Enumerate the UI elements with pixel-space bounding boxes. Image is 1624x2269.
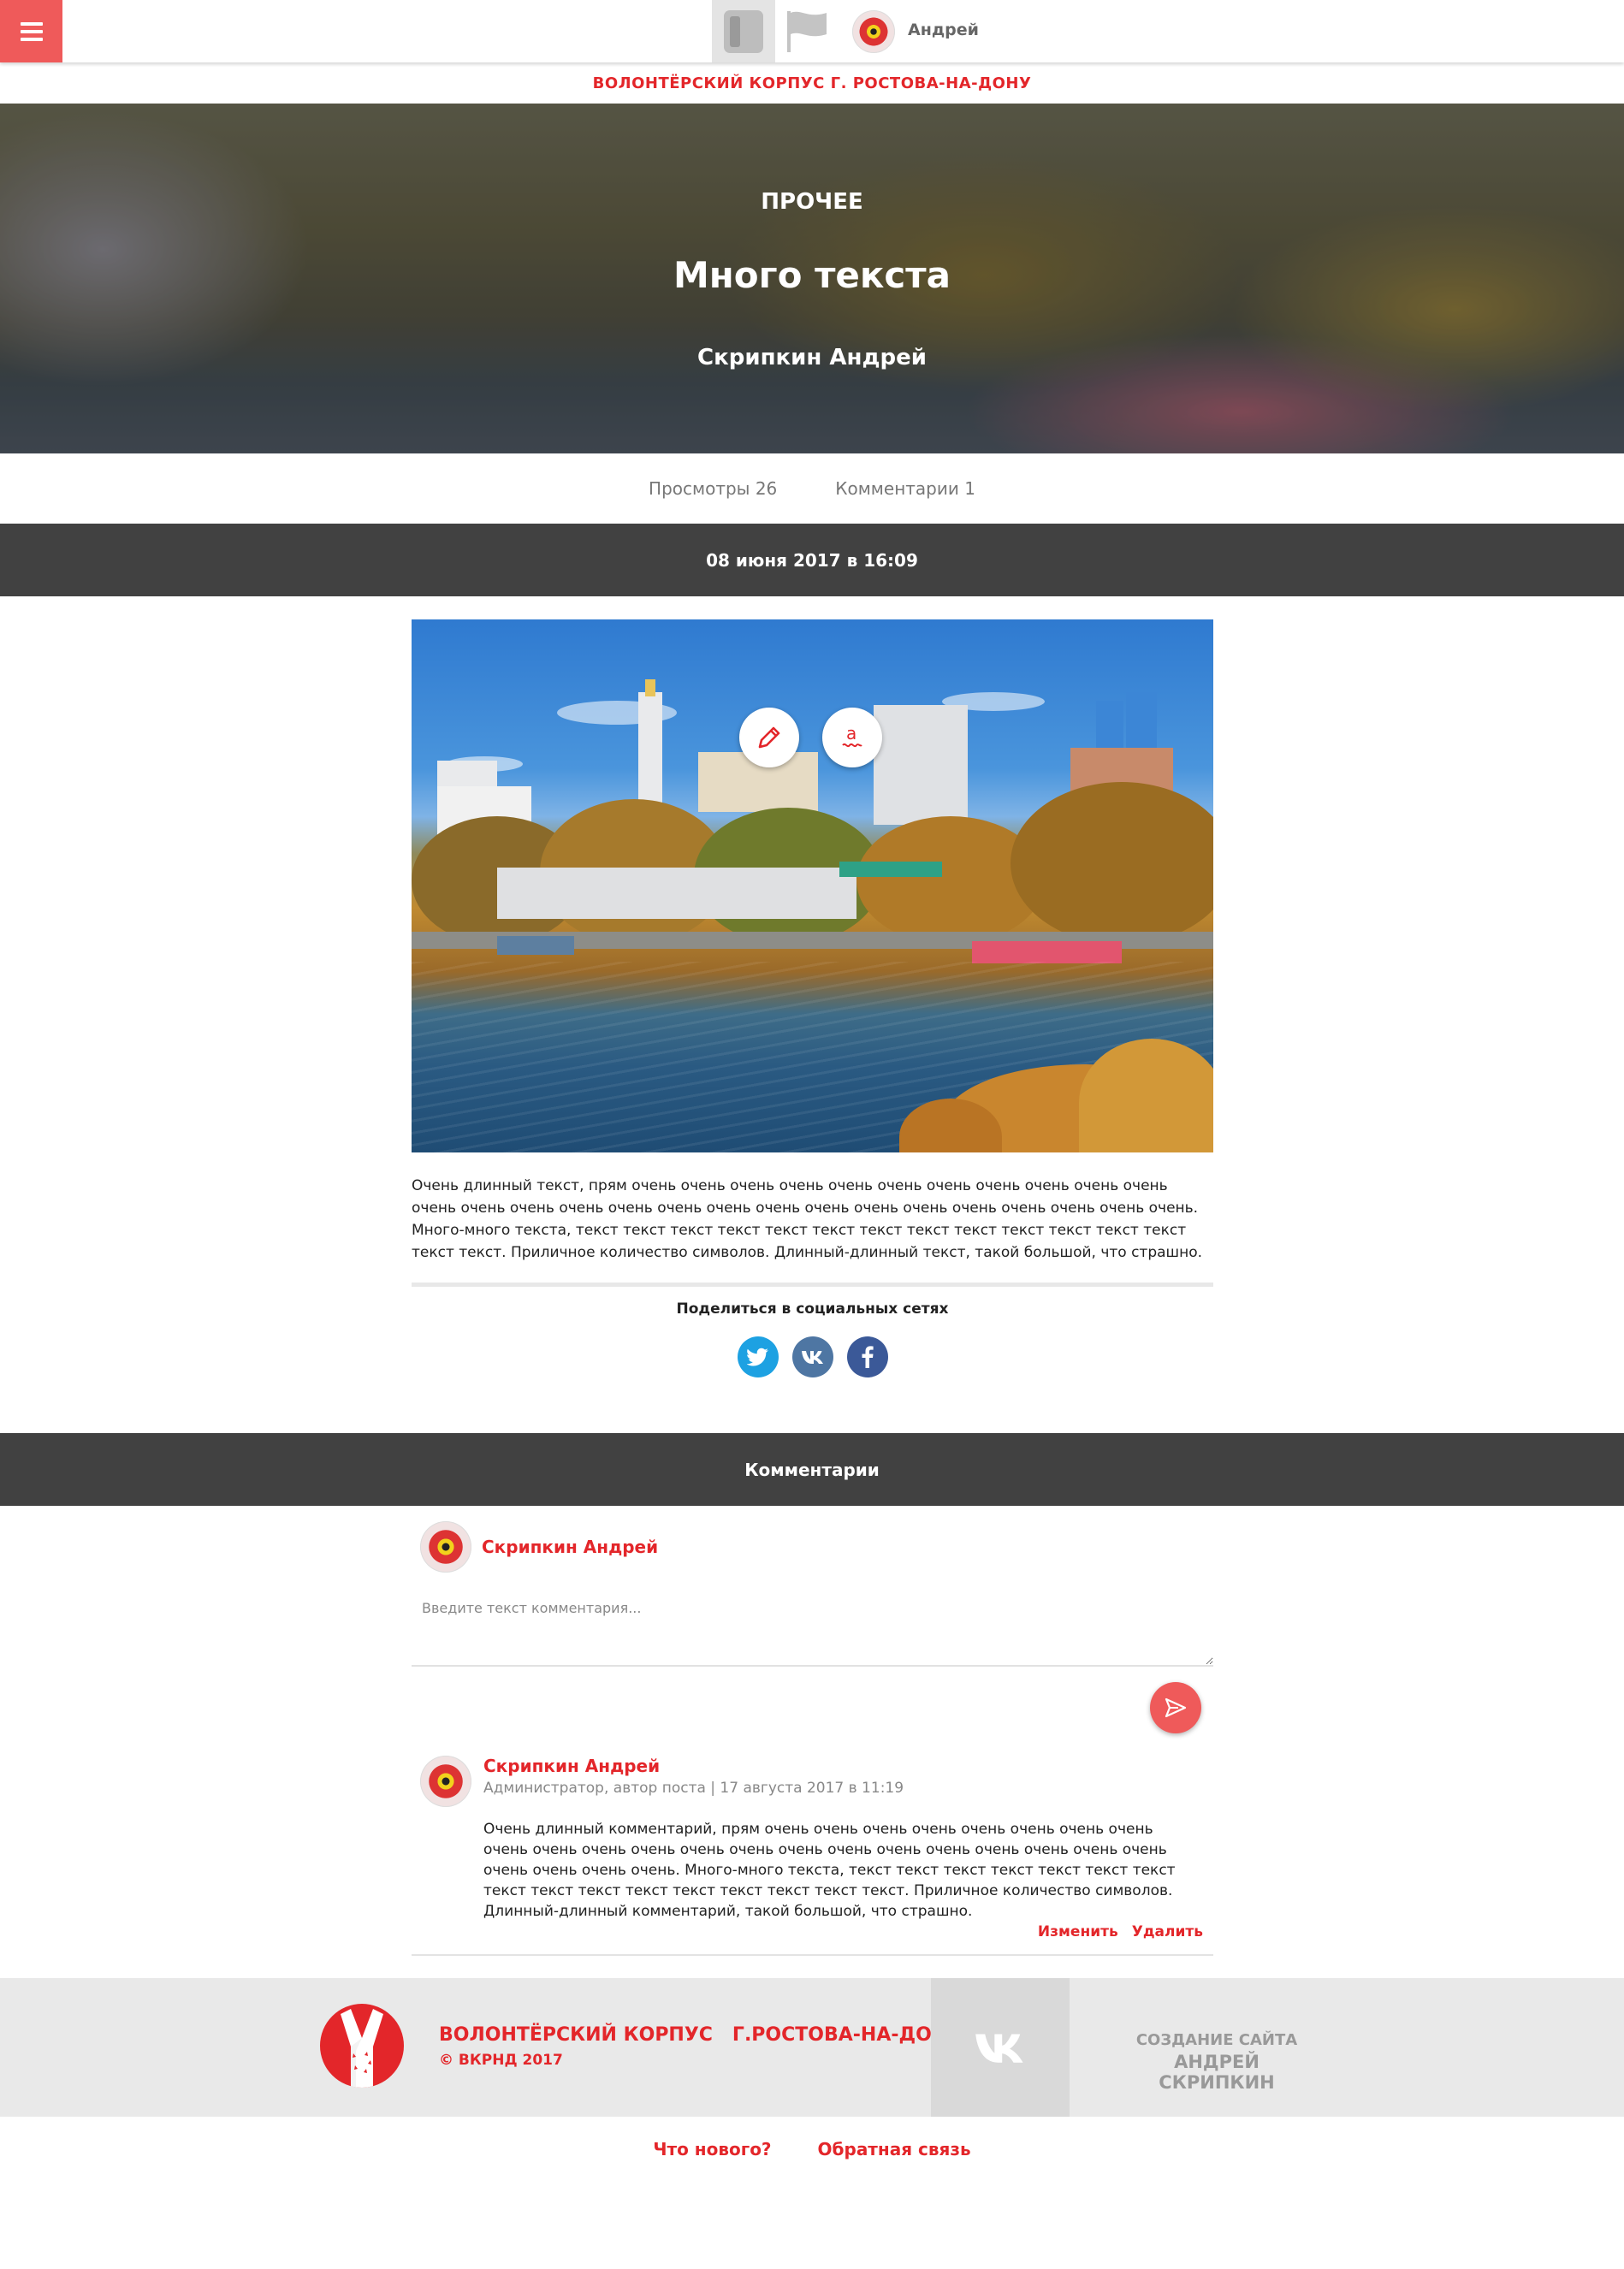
org-title[interactable]: ВОЛОНТЁРСКИЙ КОРПУС Г. РОСТОВА-НА-ДОНУ [0, 62, 1624, 104]
share-vk-button[interactable] [791, 1336, 833, 1377]
post-author[interactable]: Скрипкин Андрей [0, 345, 1624, 370]
avatar [852, 9, 895, 53]
post-title: Много текста [673, 254, 951, 296]
post-stats: Просмотры 26 Комментарии 1 [0, 453, 1624, 524]
edit-post-button[interactable] [739, 708, 799, 767]
comment-text: Очень длинный комментарий, прям очень оч… [483, 1821, 1176, 1920]
sidebar-panel-icon [724, 9, 763, 53]
comments-title: Комментарии [744, 1459, 880, 1480]
avatar[interactable] [420, 1521, 471, 1573]
footer-created-label: СОЗДАНИЕ САЙТА [1135, 2031, 1298, 2049]
post-date: 08 июня 2017 в 16:09 [706, 549, 918, 571]
composer-user: Скрипкин Андрей [412, 1521, 1213, 1573]
spellcheck-icon: a [842, 723, 862, 748]
vk-icon [975, 2034, 1023, 2063]
edit-comment-button[interactable]: Изменить [1038, 1923, 1118, 1940]
post-image: a [412, 619, 1213, 1152]
divider [412, 1283, 1213, 1287]
comment-input[interactable] [412, 1591, 1213, 1667]
volunteer-logo-icon [341, 2009, 383, 2088]
share-title: Поделиться в социальных сетях [676, 1300, 949, 1318]
flag-button[interactable] [775, 0, 839, 62]
facebook-icon [862, 1346, 874, 1368]
footer-vk-link[interactable] [931, 1978, 1070, 2117]
post-date-bar: 08 июня 2017 в 16:09 [0, 524, 1624, 596]
svg-text:a: a [846, 723, 856, 743]
views-count: Просмотры 26 [649, 478, 778, 499]
comment-composer: Скрипкин Андрей [412, 1521, 1213, 1733]
pencil-icon [758, 726, 780, 749]
delete-comment-button[interactable]: Удалить [1132, 1923, 1203, 1940]
panel-toggle-button[interactable] [712, 0, 775, 62]
post-content: a Очень длинный текст, прям очень очень … [412, 619, 1213, 1377]
post-body: Очень длинный текст, прям очень очень оч… [412, 1177, 1203, 1261]
share-buttons [412, 1336, 1213, 1377]
footer: ВОЛОНТЁРСКИЙ КОРПУС Г.РОСТОВА-НА-ДОНУ © … [0, 1978, 1624, 2117]
divider [412, 1954, 1213, 1956]
hero-banner: ПРОЧЕЕ Много текста Скрипкин Андрей [0, 104, 1624, 453]
comment-author[interactable]: Скрипкин Андрей [483, 1756, 660, 1776]
vk-icon [801, 1351, 823, 1364]
comment-actions: Изменить Удалить [1038, 1923, 1203, 1940]
comments-count[interactable]: Комментарии 1 [835, 478, 975, 499]
twitter-icon [746, 1348, 768, 1366]
flag-icon [787, 10, 827, 52]
menu-icon [20, 21, 43, 26]
share-twitter-button[interactable] [737, 1336, 779, 1377]
footer-created-by[interactable]: АНДРЕЙ СКРИПКИН [1131, 2052, 1302, 2093]
spellcheck-button[interactable]: a [822, 708, 882, 767]
send-icon [1165, 1697, 1187, 1718]
avatar[interactable] [420, 1756, 471, 1807]
hamburger-menu-button[interactable] [0, 0, 62, 62]
bottom-links: Что нового? Обратная связь [0, 2139, 1624, 2159]
user-avatar-button[interactable] [842, 0, 905, 62]
post-category[interactable]: ПРОЧЕЕ [0, 189, 1624, 215]
footer-org-name: ВОЛОНТЁРСКИЙ КОРПУС Г.РОСТОВА-НА-ДОНУ [439, 2024, 963, 2046]
composer-user-name[interactable]: Скрипкин Андрей [482, 1537, 658, 1557]
share-facebook-button[interactable] [846, 1336, 888, 1377]
comment-meta: Администратор, автор поста | 17 августа … [483, 1780, 904, 1797]
footer-copyright: © ВКРНД 2017 [439, 2052, 563, 2069]
feedback-link[interactable]: Обратная связь [818, 2139, 971, 2159]
org-logo[interactable] [320, 2004, 404, 2088]
user-name-link[interactable]: Андрей [908, 21, 979, 39]
top-bar: Андрей [0, 0, 1624, 62]
whats-new-link[interactable]: Что нового? [653, 2139, 771, 2159]
send-comment-button[interactable] [1150, 1682, 1201, 1733]
comments-header: Комментарии [0, 1433, 1624, 1506]
